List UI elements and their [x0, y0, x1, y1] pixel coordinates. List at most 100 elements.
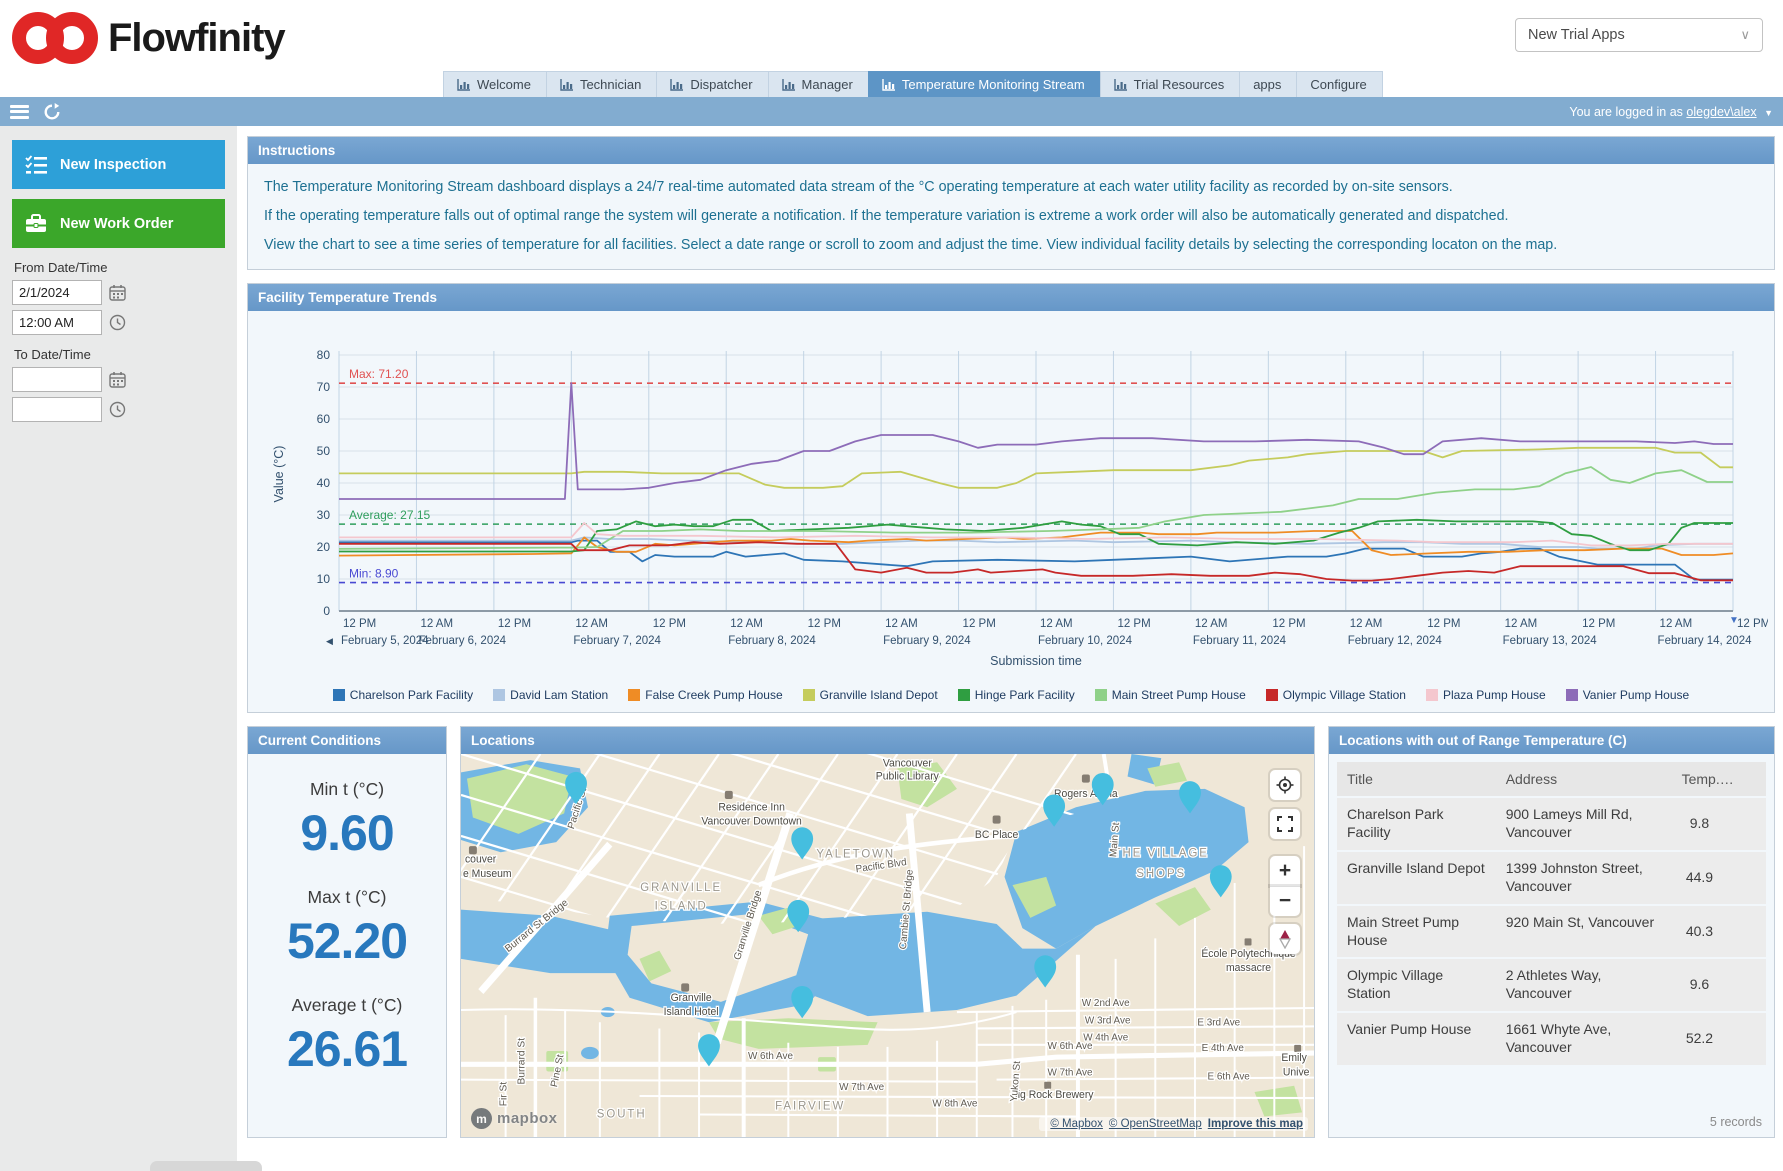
bar-chart-icon: [1114, 79, 1128, 91]
tab-dispatcher[interactable]: Dispatcher: [656, 71, 768, 97]
table-row[interactable]: Granville Island Depot1399 Johnston Stre…: [1337, 852, 1766, 904]
tab-apps[interactable]: apps: [1239, 71, 1297, 97]
table-row[interactable]: Main Street Pump House920 Main St, Vanco…: [1337, 906, 1766, 958]
hamburger-menu-icon[interactable]: [10, 105, 29, 119]
legend-swatch-icon: [493, 689, 505, 701]
logo-text: Flowfinity: [108, 16, 285, 61]
map-label: couver: [465, 853, 497, 865]
legend-swatch-icon: [1566, 689, 1578, 701]
cell-title: Granville Island Depot: [1337, 852, 1496, 904]
svg-text:10: 10: [317, 572, 331, 586]
tab-label: Manager: [802, 77, 853, 92]
tab-welcome[interactable]: Welcome: [443, 71, 547, 97]
to-date-input[interactable]: [12, 367, 102, 392]
cell-temp: 9.8: [1672, 807, 1728, 841]
tab-label: Temperature Monitoring Stream: [902, 77, 1085, 92]
legend-item[interactable]: Plaza Pump House: [1426, 688, 1546, 702]
map-label: Burrard St: [517, 1038, 528, 1085]
svg-text:12 PM: 12 PM: [1427, 618, 1460, 630]
legend-item[interactable]: David Lam Station: [493, 688, 608, 702]
toolbar: You are logged in as olegdev\alex ▼: [0, 97, 1783, 126]
legend-label: Charelson Park Facility: [350, 688, 473, 702]
legend-item[interactable]: Granville Island Depot: [803, 688, 938, 702]
zoom-out-button[interactable]: −: [1270, 886, 1300, 916]
legend-item[interactable]: Charelson Park Facility: [333, 688, 473, 702]
zoom-in-button[interactable]: +: [1270, 856, 1300, 886]
svg-text:60: 60: [317, 412, 331, 426]
bar-chart-icon: [560, 79, 574, 91]
refresh-icon[interactable]: [43, 103, 61, 121]
from-time-input[interactable]: [12, 310, 102, 335]
legend-item[interactable]: Main Street Pump House: [1095, 688, 1246, 702]
temperature-chart[interactable]: 0102030405060708012 PMFebruary 5, 2024◀1…: [254, 315, 1768, 683]
map-label: SOUTH: [597, 1108, 647, 1120]
table-column-header[interactable]: Address: [1496, 762, 1672, 796]
svg-text:12 AM: 12 AM: [420, 618, 453, 630]
clock-icon[interactable]: [109, 401, 126, 418]
cell-spacer: [1727, 959, 1766, 1011]
map-canvas[interactable]: VancouverPublic LibraryRogers ArenaBC Pl…: [461, 754, 1314, 1137]
legend-swatch-icon: [803, 689, 815, 701]
sidebar: New Inspection New Work Order From Date/…: [0, 126, 237, 1171]
new-work-order-button[interactable]: New Work Order: [12, 199, 225, 248]
svg-text:Average: 27.15: Average: 27.15: [349, 508, 431, 522]
current-conditions-header: Current Conditions: [248, 727, 446, 754]
mapbox-attribution-link[interactable]: © Mapbox: [1050, 1118, 1103, 1130]
instructions-body: The Temperature Monitoring Stream dashbo…: [248, 164, 1774, 269]
fullscreen-button[interactable]: [1270, 809, 1300, 839]
compass-button[interactable]: [1270, 924, 1300, 954]
tab-technician[interactable]: Technician: [546, 71, 657, 97]
legend-item[interactable]: Vanier Pump House: [1566, 688, 1690, 702]
flowfinity-logo: Flowfinity: [12, 12, 285, 64]
legend-item[interactable]: Hinge Park Facility: [958, 688, 1075, 702]
map-label: Public Library: [876, 770, 940, 782]
legend-item[interactable]: False Creek Pump House: [628, 688, 782, 702]
table-row[interactable]: Vanier Pump House1661 Whyte Ave, Vancouv…: [1337, 1013, 1766, 1065]
app-selector-dropdown[interactable]: New Trial Apps ∨: [1515, 18, 1763, 52]
table-row[interactable]: Olympic Village Station2 Athletes Way, V…: [1337, 959, 1766, 1011]
table-row[interactable]: Charelson Park Facility900 Lameys Mill R…: [1337, 798, 1766, 850]
chevron-down-icon: ∨: [1740, 27, 1750, 43]
cell-address: 1661 Whyte Ave, Vancouver: [1496, 1013, 1672, 1065]
tab-configure[interactable]: Configure: [1296, 71, 1382, 97]
geolocate-button[interactable]: [1270, 770, 1300, 800]
tab-trial-resources[interactable]: Trial Resources: [1100, 71, 1241, 97]
table-column-header[interactable]: Title: [1337, 762, 1496, 796]
out-of-range-header: Locations with out of Range Temperature …: [1329, 727, 1774, 754]
bar-chart-icon: [882, 79, 896, 91]
svg-text:February 7, 2024: February 7, 2024: [573, 635, 661, 647]
calendar-icon[interactable]: [109, 284, 126, 301]
legend-item[interactable]: Olympic Village Station: [1266, 688, 1406, 702]
svg-text:February 5, 2024: February 5, 2024: [341, 635, 429, 647]
map-label: THE VILLAGE: [1114, 847, 1209, 859]
clock-icon[interactable]: [109, 314, 126, 331]
username-link[interactable]: olegdev\alex: [1686, 105, 1756, 119]
cell-spacer: [1727, 852, 1766, 904]
improve-map-link[interactable]: Improve this map: [1208, 1118, 1303, 1130]
locations-map-panel: Locations: [460, 726, 1315, 1138]
svg-text:12 PM: 12 PM: [1272, 618, 1305, 630]
table-column-header[interactable]: Temp.…: [1672, 762, 1728, 796]
map-label: W 2nd Ave: [1082, 998, 1130, 1009]
tab-manager[interactable]: Manager: [768, 71, 869, 97]
map-label: Fir St: [499, 1082, 510, 1107]
briefcase-icon: [25, 214, 47, 234]
osm-attribution-link[interactable]: © OpenStreetMap: [1109, 1118, 1202, 1130]
svg-text:12 AM: 12 AM: [885, 618, 918, 630]
map-label: W 6th Ave: [1047, 1041, 1092, 1052]
map-label: ISLAND: [655, 901, 708, 913]
temperature-trends-panel: Facility Temperature Trends 010203040506…: [247, 283, 1775, 713]
mapbox-logo[interactable]: m mapbox: [471, 1108, 558, 1129]
svg-text:Min: 8.90: Min: 8.90: [349, 567, 399, 581]
new-inspection-button[interactable]: New Inspection: [12, 140, 225, 189]
calendar-icon[interactable]: [109, 371, 126, 388]
cell-address: 900 Lameys Mill Rd, Vancouver: [1496, 798, 1672, 850]
map-label: E 3rd Ave: [1197, 1017, 1240, 1028]
locations-map-header: Locations: [461, 727, 1314, 754]
user-menu-caret-icon[interactable]: ▼: [1764, 108, 1773, 118]
from-date-input[interactable]: [12, 280, 102, 305]
to-time-input[interactable]: [12, 397, 102, 422]
table-column-header[interactable]: [1727, 762, 1766, 796]
out-of-range-table: TitleAddressTemp.… Charelson Park Facili…: [1329, 754, 1774, 1137]
tab-temperature-monitoring-stream[interactable]: Temperature Monitoring Stream: [868, 71, 1101, 97]
